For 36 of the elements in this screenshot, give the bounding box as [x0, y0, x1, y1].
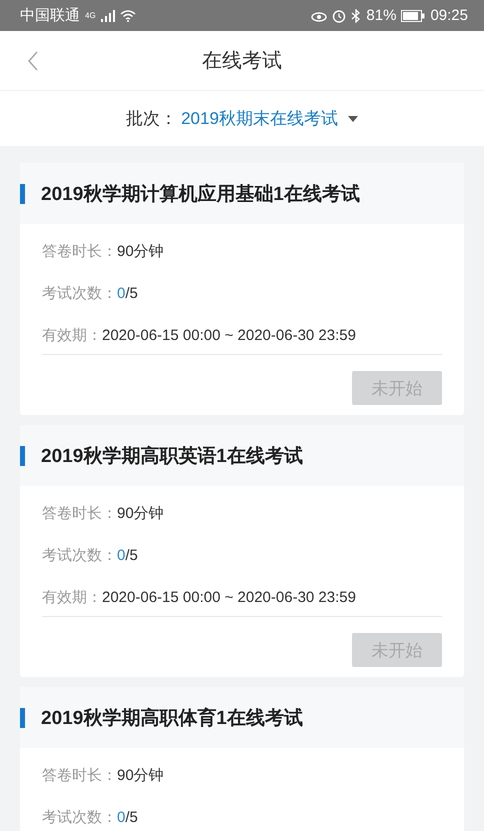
field-value: 2020-06-15 00:00 ~ 2020-06-30 23:59	[102, 588, 356, 606]
page-title: 在线考试	[202, 49, 282, 74]
batch-dropdown[interactable]: 2019秋期末在线考试	[181, 107, 338, 130]
field-value: 90分钟	[117, 242, 164, 260]
field-label: 考试次数：	[42, 808, 117, 826]
bluetooth-icon	[351, 8, 362, 22]
clock-time: 09:25	[430, 7, 468, 24]
accent-bar	[20, 184, 25, 204]
exam-title: 2019秋学期高职体育1在线考试	[41, 706, 303, 730]
carrier-name: 中国联通	[20, 6, 80, 25]
field-label: 答卷时长：	[42, 504, 117, 522]
wifi-icon	[120, 10, 136, 22]
field-label: 考试次数：	[42, 284, 117, 302]
field-label: 有效期：	[42, 588, 102, 606]
field-value: 0/5	[117, 808, 138, 826]
field-value: 90分钟	[117, 766, 164, 784]
alarm-icon	[332, 8, 346, 22]
field-label: 答卷时长：	[42, 242, 117, 260]
field-value: 0/5	[117, 284, 138, 302]
field-label: 考试次数：	[42, 546, 117, 564]
field-label: 有效期：	[42, 326, 102, 344]
dropdown-caret-icon[interactable]	[348, 116, 358, 122]
accent-bar	[20, 446, 25, 466]
exam-title: 2019秋学期计算机应用基础1在线考试	[41, 182, 360, 206]
field-label: 答卷时长：	[42, 766, 117, 784]
batch-label: 批次：	[126, 108, 178, 130]
network-type: 4G	[85, 11, 96, 20]
field-value: 90分钟	[117, 504, 164, 522]
eye-icon	[311, 10, 328, 22]
accent-bar	[20, 708, 25, 728]
signal-icon	[100, 10, 115, 22]
exam-title: 2019秋学期高职英语1在线考试	[41, 444, 303, 468]
battery-percent: 81%	[366, 7, 396, 24]
battery-icon	[401, 10, 426, 22]
field-value: 2020-06-15 00:00 ~ 2020-06-30 23:59	[102, 326, 356, 344]
field-value: 0/5	[117, 546, 138, 564]
